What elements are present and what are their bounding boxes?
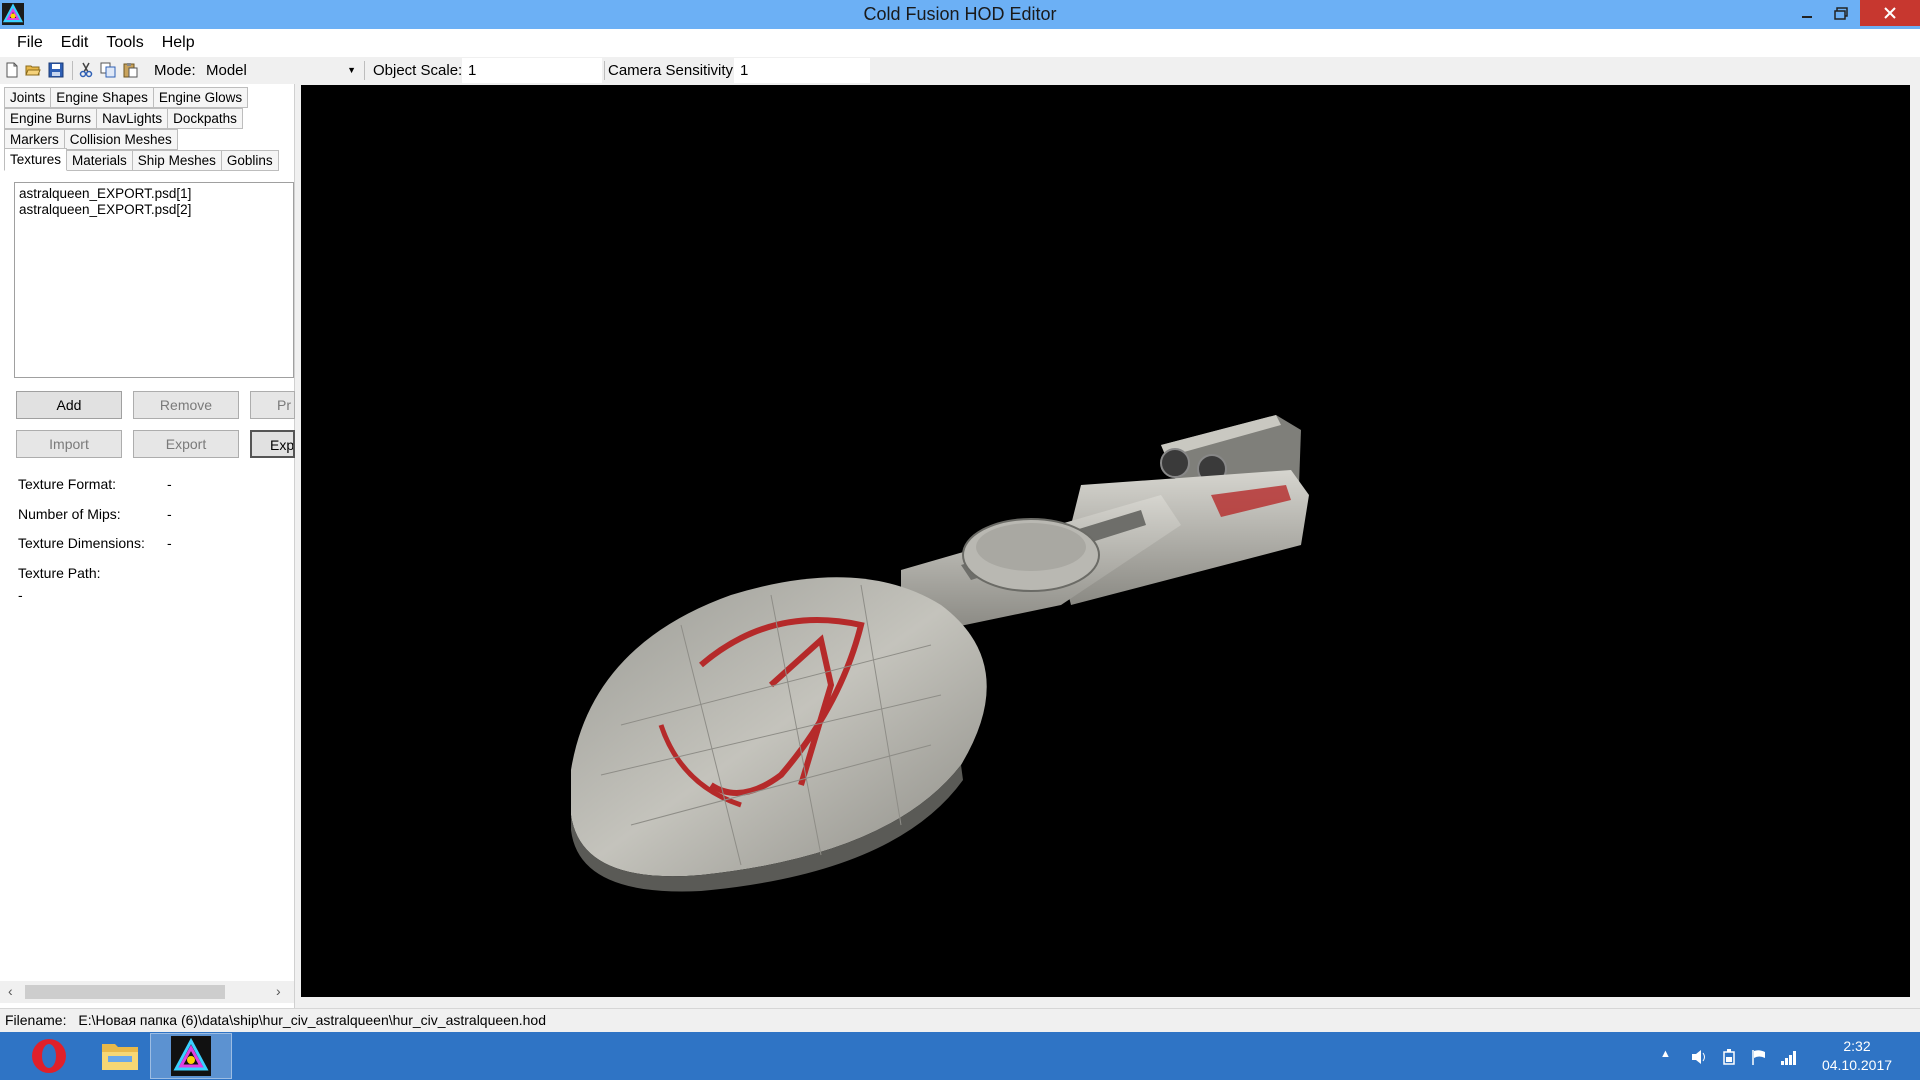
tab-row: Engine Burns NavLights Dockpaths	[4, 108, 243, 129]
menu-edit[interactable]: Edit	[52, 34, 98, 52]
taskbar-file-explorer[interactable]	[79, 1033, 161, 1079]
mode-label: Mode:	[154, 62, 196, 79]
preview-button[interactable]: Pr	[250, 391, 295, 419]
tab-ship-meshes[interactable]: Ship Meshes	[132, 150, 222, 171]
remove-button[interactable]: Remove	[133, 391, 239, 419]
power-icon[interactable]	[1720, 1048, 1738, 1066]
number-of-mips-value: -	[167, 506, 172, 522]
tab-goblins[interactable]: Goblins	[221, 150, 279, 171]
export-all-button[interactable]: Exp	[250, 430, 295, 458]
tab-dockpaths[interactable]: Dockpaths	[168, 108, 243, 129]
opera-icon	[32, 1039, 66, 1073]
3d-viewport[interactable]	[301, 85, 1910, 997]
texture-format-value: -	[167, 476, 172, 492]
save-icon[interactable]	[48, 62, 64, 78]
tab-joints[interactable]: Joints	[4, 87, 52, 108]
new-file-icon[interactable]	[4, 62, 20, 78]
taskbar-cold-fusion[interactable]	[150, 1033, 232, 1079]
window-title: Cold Fusion HOD Editor	[863, 4, 1057, 24]
open-folder-icon[interactable]	[25, 62, 41, 78]
title-bar: Cold Fusion HOD Editor	[0, 0, 1920, 29]
menu-file[interactable]: File	[8, 34, 52, 52]
camera-sensitivity-value: 1	[740, 62, 749, 79]
export-button[interactable]: Export	[133, 430, 239, 458]
restore-icon	[1834, 6, 1848, 20]
texture-dimensions-label: Texture Dimensions:	[18, 535, 145, 551]
paste-icon[interactable]	[122, 62, 138, 78]
taskbar: ▲ 2:32 04.10.2017	[0, 1032, 1920, 1080]
texture-list[interactable]: astralqueen_EXPORT.psd[1] astralqueen_EX…	[14, 182, 294, 378]
status-bar: Filename: E:\Новая папка (6)\data\ship\h…	[0, 1008, 1920, 1032]
maximize-button[interactable]	[1824, 0, 1858, 26]
copy-icon[interactable]	[100, 62, 116, 78]
number-of-mips-label: Number of Mips:	[18, 506, 121, 522]
toolbar-separator	[364, 61, 365, 80]
texture-dimensions-value: -	[167, 535, 172, 551]
viewport-border	[1911, 84, 1920, 1008]
object-scale-value: 1	[468, 62, 477, 79]
add-button[interactable]: Add	[16, 391, 122, 419]
tab-collision-meshes[interactable]: Collision Meshes	[64, 129, 178, 150]
network-signal-icon[interactable]	[1780, 1048, 1798, 1066]
ship-model	[571, 415, 1309, 892]
object-scale-input[interactable]: 1	[462, 58, 602, 83]
tab-engine-burns[interactable]: Engine Burns	[4, 108, 98, 129]
tab-navlights[interactable]: NavLights	[97, 108, 169, 129]
toolbar: Mode: Model ▼ Object Scale: 1 Camera Sen…	[0, 57, 1920, 84]
mode-dropdown[interactable]: Model ▼	[200, 59, 360, 82]
menu-tools[interactable]: Tools	[97, 34, 152, 52]
texture-path-value: -	[18, 587, 23, 603]
tab-textures[interactable]: Textures	[4, 148, 68, 171]
taskbar-opera[interactable]	[8, 1033, 90, 1079]
object-scale-label: Object Scale:	[373, 62, 463, 79]
list-item[interactable]: astralqueen_EXPORT.psd[1]	[19, 186, 289, 202]
close-icon	[1884, 7, 1896, 19]
tab-engine-shapes[interactable]: Engine Shapes	[51, 87, 154, 108]
tab-row: Joints Engine Shapes Engine Glows	[4, 87, 249, 108]
system-clock[interactable]: 2:32 04.10.2017	[1812, 1037, 1902, 1075]
show-hidden-icons-icon[interactable]: ▲	[1660, 1048, 1678, 1066]
toolbar-separator	[604, 61, 605, 80]
texture-format-label: Texture Format:	[18, 476, 117, 492]
volume-icon[interactable]	[1690, 1048, 1708, 1066]
tab-row: Markers Collision Meshes	[4, 129, 178, 150]
scroll-left-icon[interactable]: ‹	[8, 983, 13, 999]
action-center-flag-icon[interactable]	[1750, 1048, 1768, 1066]
minimize-icon	[1802, 16, 1812, 18]
chevron-down-icon: ▼	[347, 65, 356, 75]
tab-engine-glows[interactable]: Engine Glows	[153, 87, 249, 108]
camera-sensitivity-input[interactable]: 1	[734, 58, 870, 83]
scroll-right-icon[interactable]: ›	[276, 983, 281, 999]
left-panel: Joints Engine Shapes Engine Glows Engine…	[0, 84, 295, 1008]
scroll-thumb[interactable]	[25, 985, 225, 999]
clock-date: 04.10.2017	[1821, 1057, 1893, 1073]
menu-bar: File Edit Tools Help	[0, 29, 1920, 57]
list-item[interactable]: astralqueen_EXPORT.psd[2]	[19, 202, 289, 218]
cut-icon[interactable]	[78, 62, 94, 78]
horizontal-scrollbar[interactable]: ‹ ›	[0, 981, 294, 1003]
filename-label: Filename:	[5, 1012, 67, 1028]
tab-markers[interactable]: Markers	[4, 129, 65, 150]
menu-help[interactable]: Help	[153, 34, 204, 52]
import-button[interactable]: Import	[16, 430, 122, 458]
toolbar-separator	[72, 61, 73, 80]
tab-row: Textures Materials Ship Meshes Goblins	[4, 148, 279, 171]
filename-value: E:\Новая папка (6)\data\ship\hur_civ_ast…	[78, 1012, 546, 1028]
minimize-button[interactable]	[1790, 0, 1824, 26]
texture-path-label: Texture Path:	[18, 565, 101, 581]
file-explorer-icon	[102, 1044, 138, 1070]
close-button[interactable]	[1860, 0, 1920, 26]
cold-fusion-icon	[171, 1036, 211, 1076]
clock-time: 2:32	[1843, 1038, 1871, 1054]
camera-sensitivity-label: Camera Sensitivity:	[608, 62, 738, 79]
mode-value: Model	[206, 62, 247, 79]
tab-materials[interactable]: Materials	[67, 150, 133, 171]
